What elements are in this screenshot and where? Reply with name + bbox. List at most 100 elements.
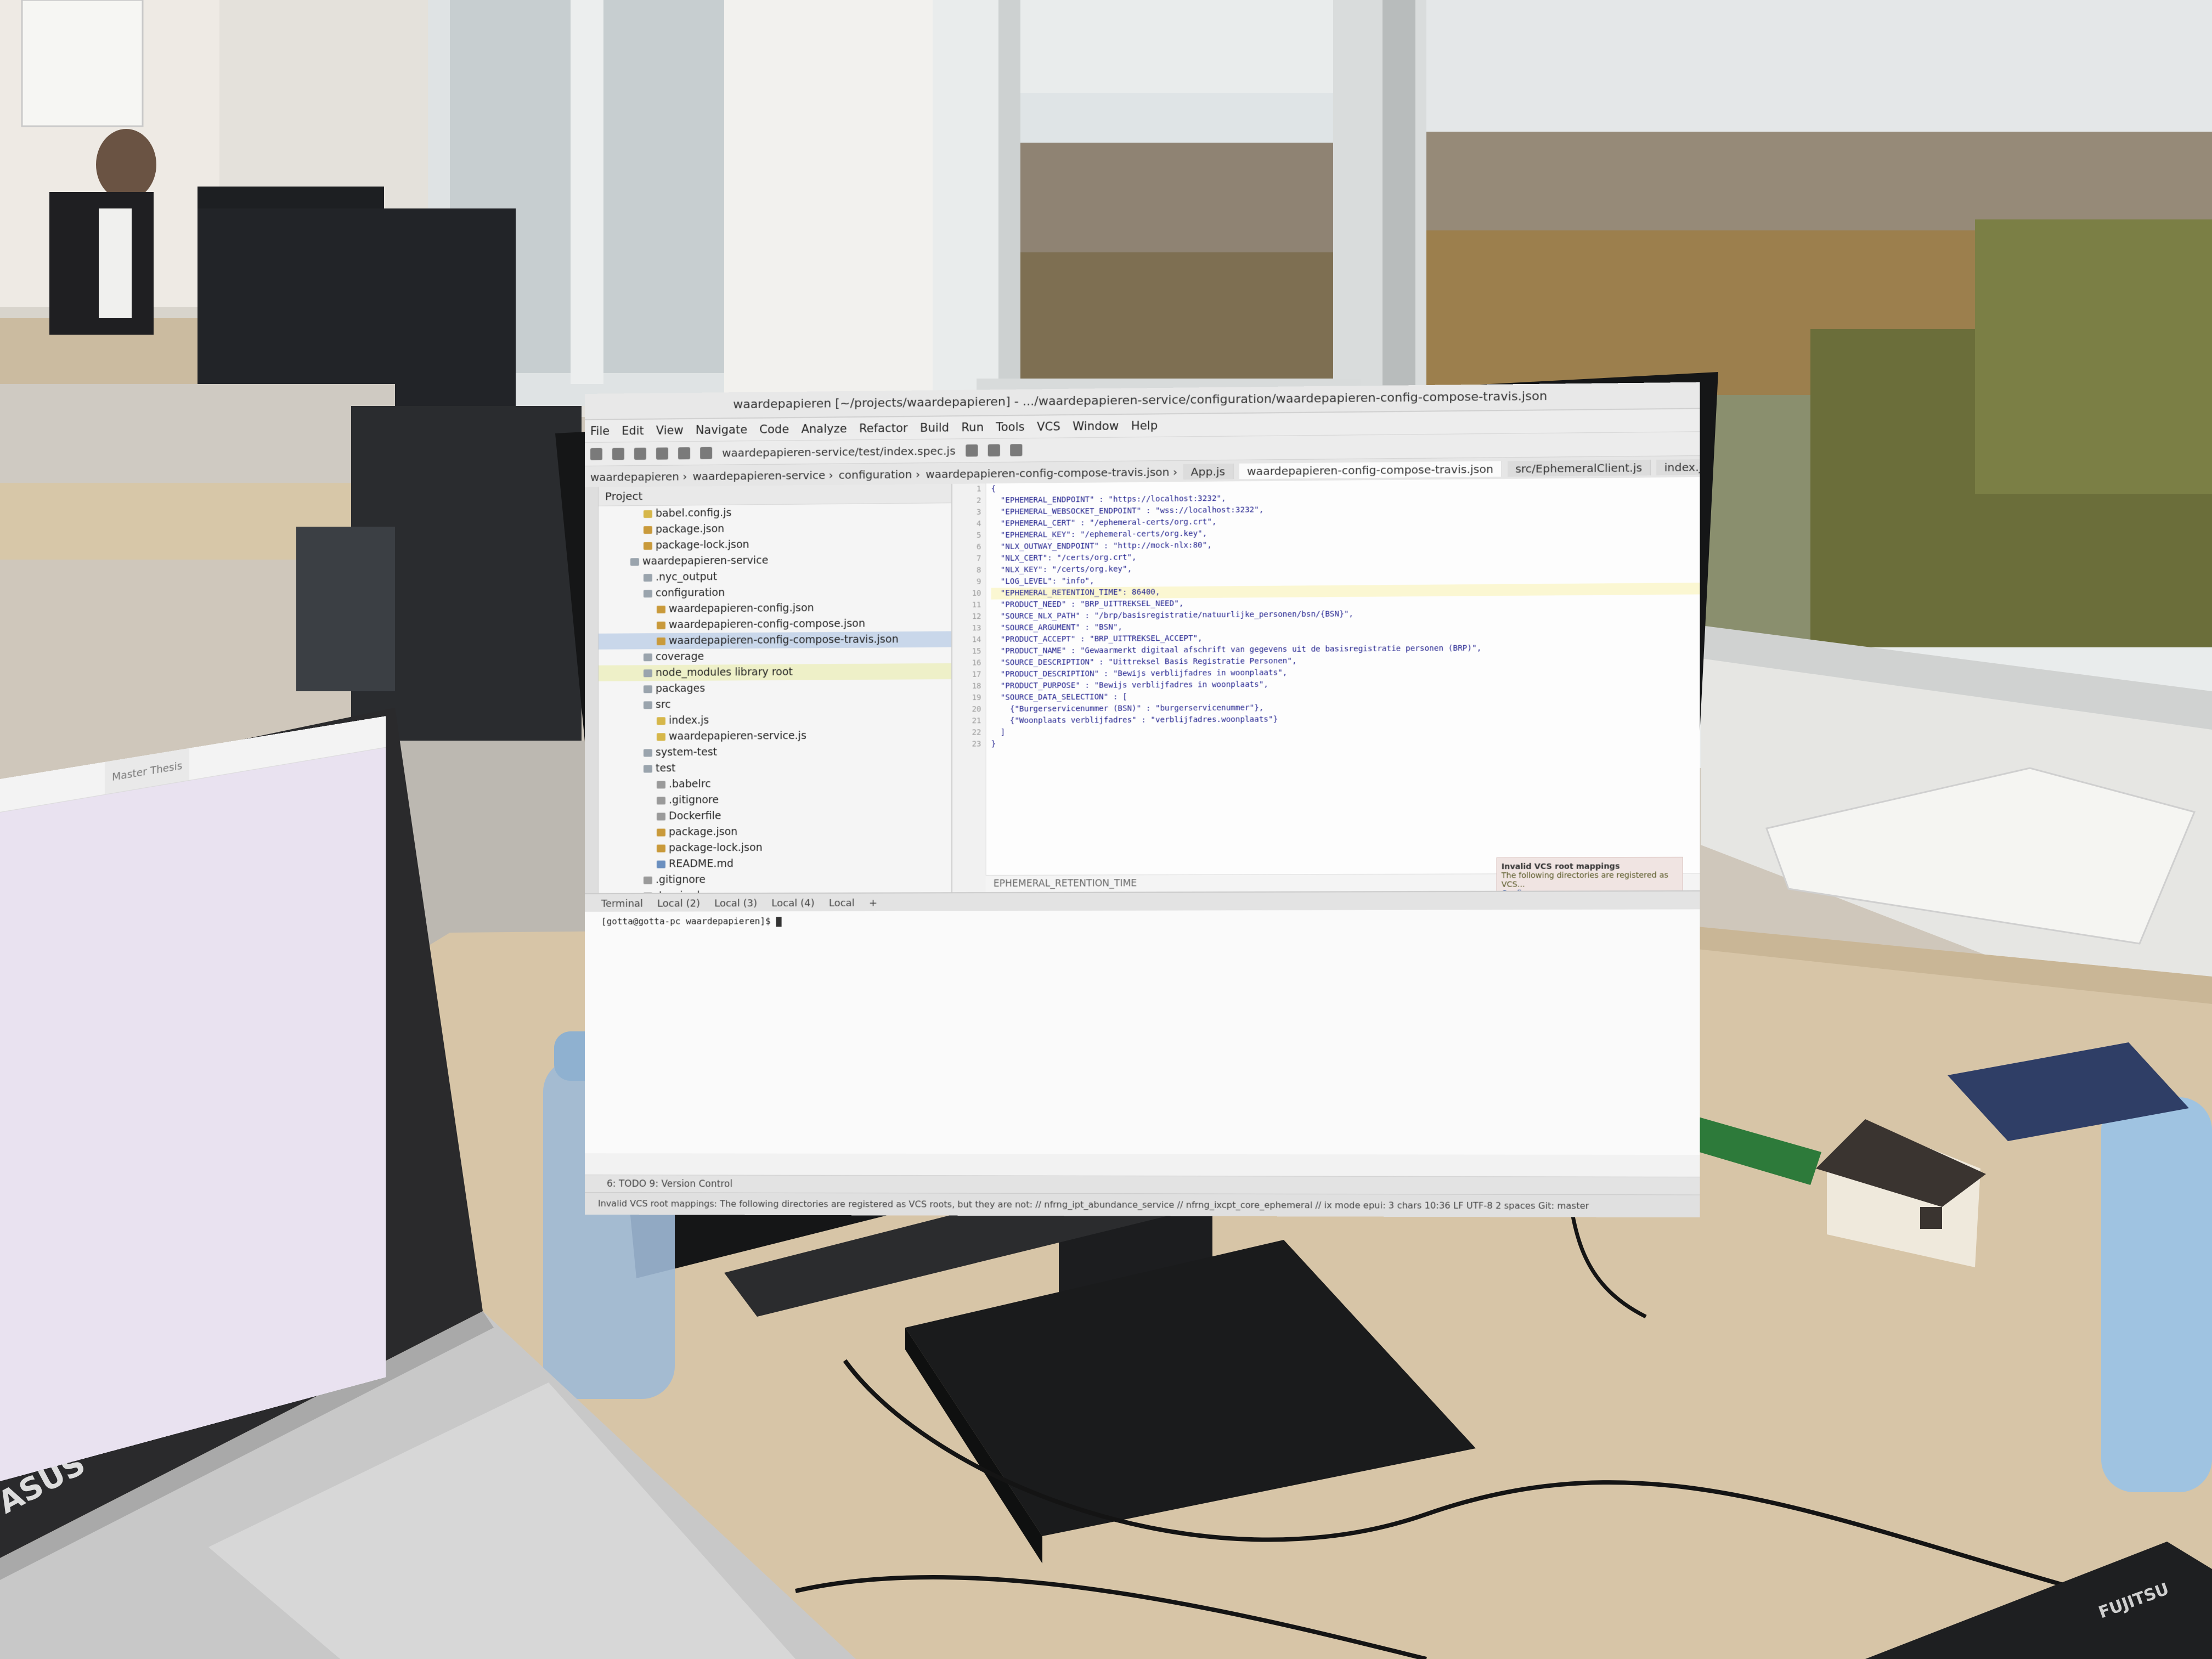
- terminal-prompt: [gotta@gotta-pc waardepapieren]$: [601, 916, 776, 927]
- menu-navigate[interactable]: Navigate: [696, 423, 747, 437]
- tree-node-label: system-test: [655, 746, 718, 759]
- tree-node-label: babel.config.js: [655, 506, 732, 520]
- line-number: 22: [972, 728, 981, 737]
- project-panel-header[interactable]: Project: [598, 483, 951, 506]
- folder-icon: [643, 685, 652, 693]
- tree-node[interactable]: configuration: [599, 583, 951, 602]
- terminal-tab[interactable]: Local (3): [714, 898, 757, 909]
- tree-node[interactable]: waardepapieren-config.json: [599, 599, 951, 618]
- menu-file[interactable]: File: [590, 425, 610, 438]
- file-icon: [656, 621, 665, 629]
- file-icon: [656, 828, 665, 837]
- menu-run[interactable]: Run: [961, 421, 984, 435]
- tree-node[interactable]: .babelrc: [599, 775, 951, 793]
- laptop-screen: Master Thesis: [0, 716, 386, 1481]
- editor-tab[interactable]: src/EphemeralClient.js: [1507, 459, 1651, 477]
- menu-code[interactable]: Code: [759, 422, 789, 436]
- file-icon: [643, 541, 652, 550]
- menu-view[interactable]: View: [656, 424, 684, 437]
- menu-vcs[interactable]: VCS: [1037, 420, 1060, 433]
- terminal-tab[interactable]: +: [869, 897, 877, 909]
- back-arrow-icon[interactable]: [656, 447, 668, 460]
- tree-node-label: Dockerfile: [668, 810, 721, 822]
- tree-node[interactable]: packages: [599, 679, 951, 697]
- debug-icon[interactable]: [988, 444, 1000, 457]
- tree-node[interactable]: test: [599, 759, 951, 777]
- line-number: 18: [972, 681, 981, 691]
- breadcrumb-item[interactable]: waardepapieren ›: [590, 470, 687, 484]
- tree-node-label: node_modules library root: [655, 665, 793, 679]
- folder-icon: [643, 669, 652, 677]
- run-config-selector[interactable]: waardepapieren-service/test/index.spec.j…: [722, 444, 955, 459]
- code-editor[interactable]: 1 2 3 4 5 6 7 8 9 10 11 12 13 14 15 16 17 18 19 20 21 22 23 { …: [952, 477, 1700, 893]
- save-icon[interactable]: [612, 448, 624, 460]
- file-icon: [656, 844, 665, 853]
- tree-node[interactable]: node_modules library root: [598, 663, 951, 681]
- menu-edit[interactable]: Edit: [622, 424, 644, 437]
- line-number: 8: [977, 566, 981, 575]
- terminal[interactable]: [gotta@gotta-pc waardepapieren]$: [585, 909, 1700, 1155]
- tree-node[interactable]: index.js: [599, 711, 951, 729]
- line-number: 1: [977, 484, 981, 494]
- tree-node[interactable]: src: [599, 695, 951, 713]
- git-icon[interactable]: [1009, 444, 1023, 456]
- tree-node[interactable]: waardepapieren-service.js: [599, 727, 951, 745]
- breadcrumb-item[interactable]: waardepapieren-config-compose-travis.jso…: [926, 465, 1177, 481]
- editor-tab[interactable]: index.js: [1656, 459, 1700, 476]
- tree-node-label: package-lock.json: [655, 538, 749, 551]
- status-bar: Invalid VCS root mappings: The following…: [585, 1192, 1700, 1218]
- tool-window-strip[interactable]: [585, 487, 599, 893]
- tree-node[interactable]: system-test: [599, 743, 951, 761]
- folder-icon: [643, 573, 652, 582]
- line-number: 7: [977, 554, 981, 563]
- file-icon: [656, 732, 665, 741]
- tree-node[interactable]: coverage: [599, 647, 951, 665]
- tree-node[interactable]: Dockerfile: [599, 807, 951, 825]
- tree-node[interactable]: waardepapieren-config-compose-travis.jso…: [598, 631, 951, 650]
- tree-node[interactable]: .gitignore: [599, 791, 951, 809]
- editor-tab[interactable]: waardepapieren-config-compose-travis.jso…: [1239, 461, 1502, 479]
- tree-node[interactable]: .nyc_output: [599, 567, 951, 586]
- menu-help[interactable]: Help: [1131, 419, 1158, 433]
- menu-window[interactable]: Window: [1073, 419, 1119, 433]
- line-number: 3: [977, 507, 981, 517]
- file-icon: [656, 812, 665, 821]
- wall-poster: [21, 0, 144, 127]
- tree-node[interactable]: waardepapieren-config-compose.json: [599, 615, 951, 633]
- water-bottle-right: [2101, 1097, 2212, 1492]
- tree-node-label: .babelrc: [668, 777, 711, 791]
- menu-tools[interactable]: Tools: [996, 420, 1024, 434]
- tree-node[interactable]: README.md: [599, 855, 951, 872]
- file-icon: [643, 876, 652, 884]
- code-area[interactable]: { "EPHEMERAL_ENDPOINT" : "https://localh…: [991, 477, 1700, 751]
- line-number-gutter: 1 2 3 4 5 6 7 8 9 10 11 12 13 14 15 16 17 18 19 20 21 22 23: [952, 483, 986, 893]
- line-number: 11: [972, 600, 981, 610]
- sync-icon[interactable]: [634, 447, 646, 460]
- ide-main: Project babel.config.js package.json packa…: [585, 477, 1700, 893]
- open-icon[interactable]: [590, 448, 602, 460]
- terminal-tab[interactable]: Local: [829, 897, 855, 909]
- breadcrumb-item[interactable]: configuration ›: [839, 467, 920, 481]
- tree-node[interactable]: .gitignore: [599, 871, 951, 888]
- folder-icon: [643, 748, 652, 757]
- tree-node[interactable]: package.json: [599, 823, 951, 840]
- tree-node-label: coverage: [655, 650, 704, 663]
- terminal-tab[interactable]: Terminal: [601, 898, 643, 909]
- breadcrumb-item[interactable]: waardepapieren-service ›: [692, 469, 833, 483]
- run-icon[interactable]: [965, 444, 978, 457]
- build-hammer-icon[interactable]: [700, 447, 713, 460]
- menu-analyze[interactable]: Analyze: [801, 422, 847, 436]
- tree-node-label: .nyc_output: [655, 571, 718, 584]
- menu-refactor[interactable]: Refactor: [859, 421, 908, 435]
- terminal-tab[interactable]: Local (2): [657, 898, 700, 909]
- tree-node-label: waardepapieren-service.js: [668, 729, 806, 743]
- line-number: 23: [972, 740, 981, 749]
- forward-arrow-icon[interactable]: [678, 447, 691, 460]
- menu-build[interactable]: Build: [920, 421, 949, 435]
- project-tree: babel.config.js package.json package-lock.…: [598, 503, 951, 893]
- folder-icon: [643, 764, 652, 773]
- terminal-tab[interactable]: Local (4): [771, 897, 814, 909]
- tree-node[interactable]: package-lock.json: [599, 839, 951, 856]
- line-number: 16: [972, 658, 981, 668]
- editor-tab[interactable]: App.js: [1183, 464, 1234, 480]
